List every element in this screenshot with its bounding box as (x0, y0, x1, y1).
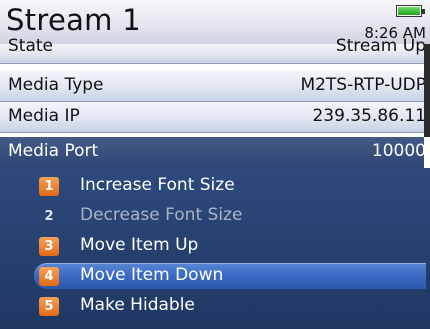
battery-full-icon (396, 5, 425, 17)
row-value: 239.35.86.11 (312, 106, 426, 126)
row-value: Stream Up (335, 36, 426, 56)
number-badge: 3 (39, 237, 59, 256)
context-menu: 1 Increase Font Size 2 Decrease Font Siz… (0, 168, 430, 329)
number-badge: 5 (39, 297, 59, 316)
menu-item-decrease-font: 2 Decrease Font Size (0, 201, 430, 231)
row-media-type[interactable]: Media Type M2TS-RTP-UDP (0, 71, 426, 102)
row-key: Media Port (8, 141, 99, 161)
row-key: Media Type (8, 75, 104, 95)
menu-item-increase-font[interactable]: 1 Increase Font Size (0, 171, 430, 201)
row-key: State (8, 36, 53, 56)
menu-item-label: Move Item Up (80, 235, 199, 255)
menu-item-label: Make Hidable (80, 295, 195, 315)
menu-item-label: Move Item Down (80, 265, 224, 285)
row-media-port[interactable]: Media Port 10000 (0, 137, 426, 168)
menu-item-label: Increase Font Size (80, 175, 235, 195)
number-badge: 1 (39, 177, 59, 196)
row-value: 10000 (371, 141, 426, 161)
menu-item-make-hidable[interactable]: 5 Make Hidable (0, 291, 430, 321)
menu-item-move-down[interactable]: 4 Move Item Down (0, 261, 430, 291)
row-state[interactable]: State Stream Up (0, 36, 426, 64)
page-title: Stream 1 (6, 3, 141, 37)
row-value: M2TS-RTP-UDP (300, 75, 426, 95)
scrollbar[interactable] (424, 44, 430, 137)
menu-item-move-up[interactable]: 3 Move Item Up (0, 231, 430, 261)
number-badge: 4 (39, 267, 59, 286)
row-media-ip[interactable]: Media IP 239.35.86.11 (0, 102, 426, 133)
row-key: Media IP (8, 106, 80, 126)
menu-item-label: Decrease Font Size (80, 205, 243, 225)
number-badge: 2 (44, 209, 54, 224)
